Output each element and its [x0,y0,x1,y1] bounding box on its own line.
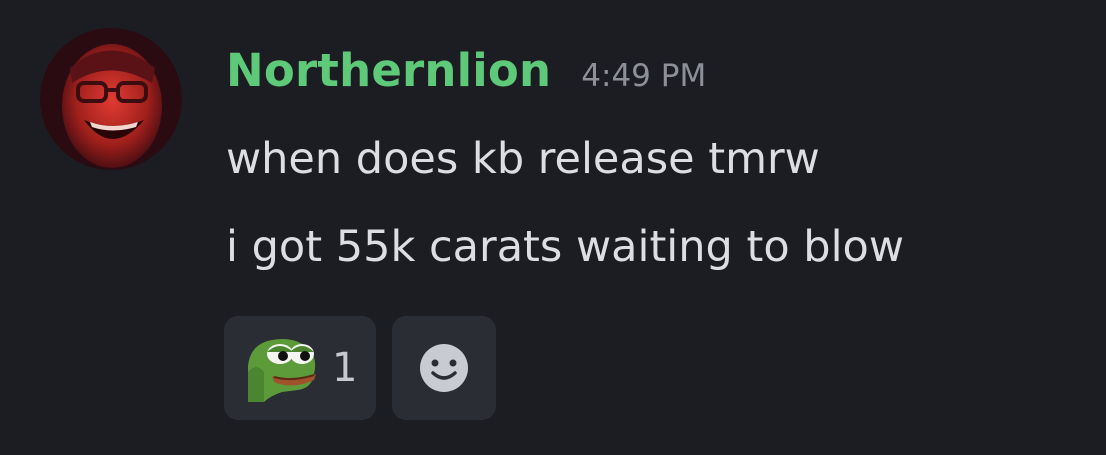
reaction-bar: 1 [224,316,496,420]
avatar-image [40,28,182,170]
message-line: i got 55k carats waiting to blow [226,222,905,272]
reaction-pepe[interactable]: 1 [224,316,376,420]
username[interactable]: Northernlion [226,44,551,97]
pepe-frog-icon [248,339,316,402]
timestamp: 4:49 PM [581,58,707,94]
user-avatar[interactable] [40,28,182,170]
reaction-count: 1 [332,345,358,391]
message-line: when does kb release tmrw [226,134,820,184]
chat-message: Northernlion 4:49 PM when does kb releas… [0,0,1106,455]
message-header: Northernlion 4:49 PM [226,44,706,97]
add-reaction-button[interactable] [392,316,496,420]
smiley-icon [420,344,468,392]
